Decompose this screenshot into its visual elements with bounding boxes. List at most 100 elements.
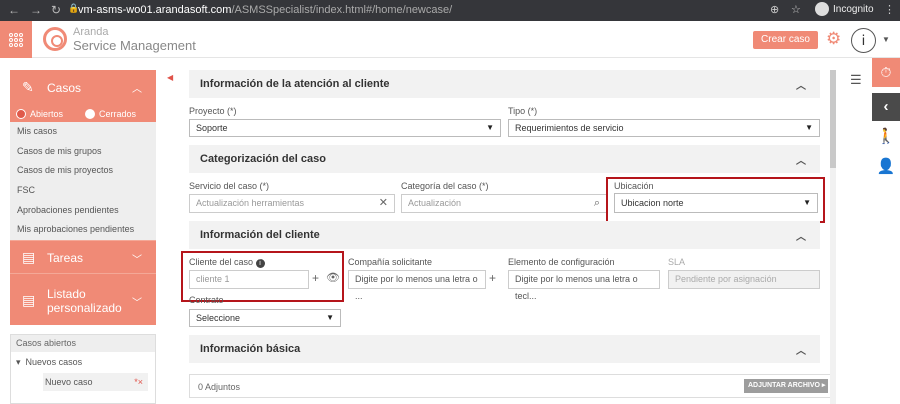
browser-toolbar: ← → ↻ 🔒 vm-asms-wo01.arandasoft.com/ASMS… xyxy=(0,0,900,21)
section-basica[interactable]: Información básica ︿ xyxy=(189,335,820,363)
section-atencion[interactable]: Información de la atención al cliente ︿ xyxy=(189,70,820,98)
categoria-input[interactable]: Actualización ⌕ xyxy=(401,194,607,213)
proyecto-label: Proyecto (*) xyxy=(189,106,237,116)
categoria-label: Categoría del caso (*) xyxy=(401,181,489,191)
compania-label: Compañía solicitante xyxy=(348,257,433,267)
sidebar-listado-header[interactable]: ▤ Listado personalizado ﹀ xyxy=(10,273,156,326)
attach-file-button[interactable]: ADJUNTAR ARCHIVO ▸ xyxy=(744,379,828,393)
tasks-icon: ▤ xyxy=(22,249,36,266)
sidebar-item-fsc[interactable]: FSC xyxy=(10,181,156,201)
brand-name: Aranda xyxy=(73,26,109,38)
elemento-input[interactable]: Digite por lo menos una letra o tecl... xyxy=(508,270,660,301)
tree-node-nuevos-casos[interactable]: ▾ Nuevos casos xyxy=(16,357,82,368)
proyecto-select[interactable]: Soporte ▼ xyxy=(189,119,501,137)
tree-node-label: Nuevos casos xyxy=(25,357,83,368)
tree-leaf-label: Nuevo caso xyxy=(45,377,93,388)
sidebar-casos-label: Casos xyxy=(47,81,82,95)
sla-input: Pendiente por asignación xyxy=(668,270,820,289)
brand-product: Service Management xyxy=(73,38,196,53)
zoom-icon[interactable]: ⊕ xyxy=(770,3,779,16)
create-case-button[interactable]: Crear caso xyxy=(753,31,818,49)
contrato-value: Seleccione xyxy=(196,313,241,323)
listado-line1: Listado xyxy=(47,287,86,302)
categoria-value: Actualización xyxy=(408,198,462,208)
sidebar-item-casos-proyectos[interactable]: Casos de mis proyectos xyxy=(10,161,156,181)
tipo-label: Tipo (*) xyxy=(508,106,538,116)
edit-case-icon: ✎ xyxy=(22,79,34,95)
url-host: vm-asms-wo01.arandasoft.com xyxy=(78,4,232,16)
tree-leaf-nuevo-caso[interactable]: Nuevo caso *× xyxy=(43,373,148,392)
person-standing-icon[interactable]: 🚶 xyxy=(872,127,900,145)
dropdown-arrow-icon: ▼ xyxy=(805,123,813,132)
clear-icon[interactable]: ✕ xyxy=(379,195,388,212)
back-icon[interactable]: ← xyxy=(8,3,20,17)
tab-closed-label[interactable]: Cerrados xyxy=(99,109,136,119)
form-scrollbar[interactable] xyxy=(830,70,836,404)
bookmark-star-icon[interactable]: ☆ xyxy=(791,3,801,16)
listado-line2: personalizado xyxy=(47,301,122,316)
case-status-tabs: Abiertos Cerrados xyxy=(10,106,156,122)
sla-label: SLA xyxy=(668,257,686,267)
search-icon[interactable]: ⌕ xyxy=(594,195,600,212)
case-tree-header: Casos abiertos xyxy=(11,335,155,353)
servicio-label: Servicio del caso (*) xyxy=(189,181,270,191)
close-tab-icon[interactable]: *× xyxy=(134,373,143,391)
section-cliente[interactable]: Información del cliente ︿ xyxy=(189,221,820,249)
compania-input[interactable]: Digite por lo menos una letra o ... xyxy=(348,270,486,301)
dropdown-arrow-icon: ▼ xyxy=(326,313,334,322)
chevron-up-icon: ︿ xyxy=(796,81,806,92)
sidebar-item-mis-aprobaciones[interactable]: Mis aprobaciones pendientes xyxy=(10,220,156,240)
tipo-select[interactable]: Requerimientos de servicio ▼ xyxy=(508,119,820,137)
radio-open[interactable] xyxy=(16,109,26,119)
chevron-down-icon[interactable]: ▼ xyxy=(882,35,890,44)
person-icon: ⅰ xyxy=(861,32,866,48)
gear-icon[interactable]: ⚙ xyxy=(826,29,841,49)
tab-open-label[interactable]: Abiertos xyxy=(30,109,63,119)
sidebar-tareas-header[interactable]: ▤ Tareas ﹀ xyxy=(10,240,156,274)
url-path: /ASMSSpecialist/index.html#/home/newcase… xyxy=(231,4,453,16)
timer-icon[interactable]: ⏱ xyxy=(872,58,900,87)
servicio-input[interactable]: Actualización herramientas ✕ xyxy=(189,194,395,213)
app-header: Aranda Service Management Crear caso ⚙ ⅰ… xyxy=(0,21,900,58)
sidebar-item-mis-casos[interactable]: Mis casos xyxy=(10,122,156,142)
address-bar[interactable]: vm-asms-wo01.arandasoft.com/ASMSSpeciali… xyxy=(78,4,452,16)
section-basica-title: Información básica xyxy=(200,343,301,355)
incognito-icon xyxy=(815,2,829,16)
add-company-icon[interactable]: + xyxy=(489,271,496,285)
apps-menu-button[interactable] xyxy=(0,21,32,58)
collapse-sidebar-icon[interactable]: ◀ xyxy=(167,73,173,82)
section-categorizacion[interactable]: Categorización del caso ︿ xyxy=(189,145,820,173)
elemento-value: Digite por lo menos una letra o tecl... xyxy=(515,274,638,301)
attachments-bar: 0 Adjuntos ADJUNTAR ARCHIVO ▸ xyxy=(189,374,835,398)
user-avatar-button[interactable]: ⅰ xyxy=(851,28,876,53)
case-tree: Casos abiertos ▾ Nuevos casos Nuevo caso… xyxy=(10,334,156,404)
section-cliente-title: Información del cliente xyxy=(200,229,320,241)
sidebar-item-aprobaciones[interactable]: Aprobaciones pendientes xyxy=(10,201,156,221)
user-icon[interactable]: 👤 xyxy=(872,157,900,175)
right-panel: ⏱ ‹ 🚶 👤 xyxy=(872,58,900,404)
chevron-up-icon: ︿ xyxy=(796,232,806,243)
list-view-icon[interactable]: ☰ xyxy=(850,72,862,88)
aranda-logo-icon xyxy=(43,27,67,51)
chevron-left-icon[interactable]: ‹ xyxy=(872,93,900,121)
chevron-up-icon: ︿ xyxy=(796,346,806,357)
reload-icon[interactable]: ↻ xyxy=(51,3,61,17)
radio-closed[interactable] xyxy=(85,109,95,119)
proyecto-value: Soporte xyxy=(196,123,228,133)
sidebar-casos-header[interactable]: ✎ Casos ︿ xyxy=(10,70,156,106)
elemento-label: Elemento de configuración xyxy=(508,257,615,267)
attachments-count: 0 Adjuntos xyxy=(198,382,241,392)
chevron-down-icon: ﹀ xyxy=(132,255,142,267)
tree-expand-icon[interactable]: ▾ xyxy=(16,357,21,367)
section-atencion-title: Información de la atención al cliente xyxy=(200,78,390,90)
forward-icon[interactable]: → xyxy=(30,3,42,17)
browser-menu-icon[interactable]: ⋮ xyxy=(884,3,895,16)
compania-value: Digite por lo menos una letra o ... xyxy=(355,274,478,301)
scrollbar-thumb[interactable] xyxy=(830,70,836,168)
sidebar-case-list: Mis casos Casos de mis grupos Casos de m… xyxy=(10,122,156,241)
tipo-value: Requerimientos de servicio xyxy=(515,123,624,133)
contrato-select[interactable]: Seleccione ▼ xyxy=(189,309,341,327)
section-categorizacion-title: Categorización del caso xyxy=(200,153,326,165)
sidebar-tareas-label: Tareas xyxy=(47,251,84,266)
sidebar-item-casos-grupos[interactable]: Casos de mis grupos xyxy=(10,142,156,162)
